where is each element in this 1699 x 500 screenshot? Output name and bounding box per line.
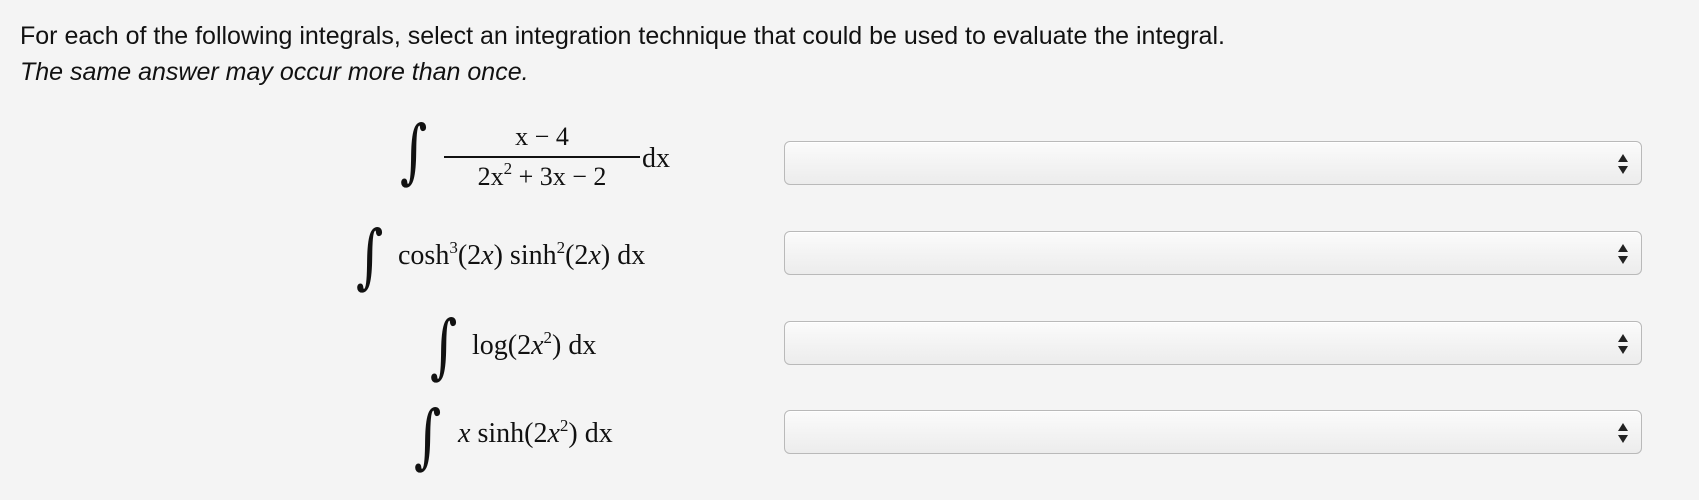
up-down-arrows-icon	[1617, 243, 1629, 265]
integral-sign-icon: ∫	[430, 305, 458, 387]
integral-2: ∫ cosh3(2x) sinh2(2x) dx	[356, 221, 736, 295]
instruction-text: For each of the following integrals, sel…	[20, 22, 1225, 50]
technique-select-3[interactable]	[784, 321, 1642, 365]
integral-sign-icon: ∫	[414, 395, 442, 477]
numerator: x − 4	[515, 122, 569, 151]
up-down-arrows-icon	[1617, 333, 1629, 355]
up-down-arrows-icon	[1617, 153, 1629, 175]
technique-select-2[interactable]	[784, 231, 1642, 275]
fraction: x − 4 2x2 + 3x − 2	[444, 122, 640, 192]
integrand: x sinh(2x2) dx	[458, 416, 613, 449]
integral-3: ∫ log(2x2) dx	[430, 311, 670, 385]
instructions: For each of the following integrals, sel…	[20, 18, 1225, 90]
fraction-bar	[444, 156, 640, 158]
integral-sign-icon: ∫	[400, 110, 428, 192]
integral-1: ∫ x − 4 2x2 + 3x − 2 dx	[400, 116, 700, 202]
instruction-note: The same answer may occur more than once…	[20, 58, 529, 86]
technique-select-4[interactable]	[784, 410, 1642, 454]
integrand: log(2x2) dx	[472, 328, 597, 361]
denominator: 2x2 + 3x − 2	[477, 158, 607, 191]
up-down-arrows-icon	[1617, 422, 1629, 444]
differential: dx	[642, 143, 670, 174]
integral-4: ∫ x sinh(2x2) dx	[414, 401, 694, 475]
integrand: cosh3(2x) sinh2(2x) dx	[398, 238, 646, 271]
technique-select-1[interactable]	[784, 141, 1642, 185]
integral-sign-icon: ∫	[356, 215, 384, 297]
